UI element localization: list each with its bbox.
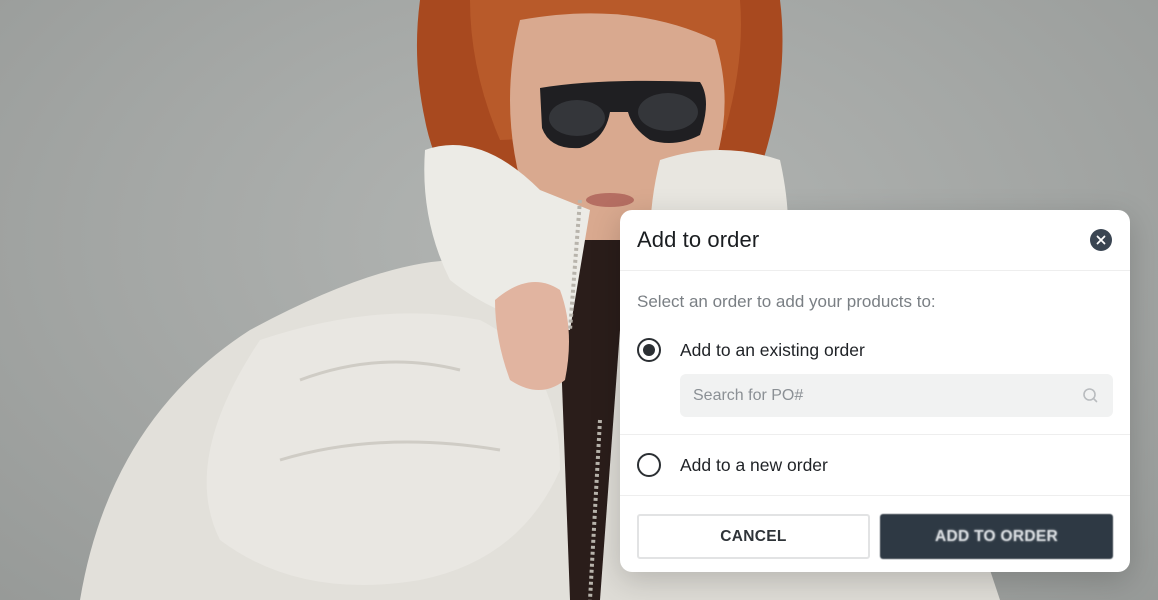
dialog-header: Add to order [620,210,1130,271]
close-button[interactable] [1090,229,1112,251]
dialog-instruction: Select an order to add your products to: [637,292,936,311]
option-new-order[interactable]: Add to a new order [637,435,1113,495]
search-icon[interactable] [1082,387,1099,404]
option-existing-order-label: Add to an existing order [680,339,865,360]
option-new-order-label: Add to a new order [680,454,828,475]
close-icon [1096,235,1106,245]
po-search-field[interactable] [680,374,1113,417]
add-to-order-button[interactable]: ADD TO ORDER [880,514,1113,559]
radio-new-order[interactable] [637,453,661,477]
cancel-button[interactable]: CANCEL [637,514,870,559]
divider [620,495,1130,496]
dialog-actions: CANCEL ADD TO ORDER [637,514,1113,559]
option-existing-order[interactable]: Add to an existing order [637,335,1113,365]
add-to-order-dialog: Add to order Select an order to add your… [620,210,1130,572]
dialog-body: Select an order to add your products to:… [620,291,1130,559]
radio-selected-dot [643,344,655,356]
dialog-title: Add to order [637,227,760,252]
po-search-input[interactable] [693,386,1073,405]
radio-existing-order[interactable] [637,338,661,362]
